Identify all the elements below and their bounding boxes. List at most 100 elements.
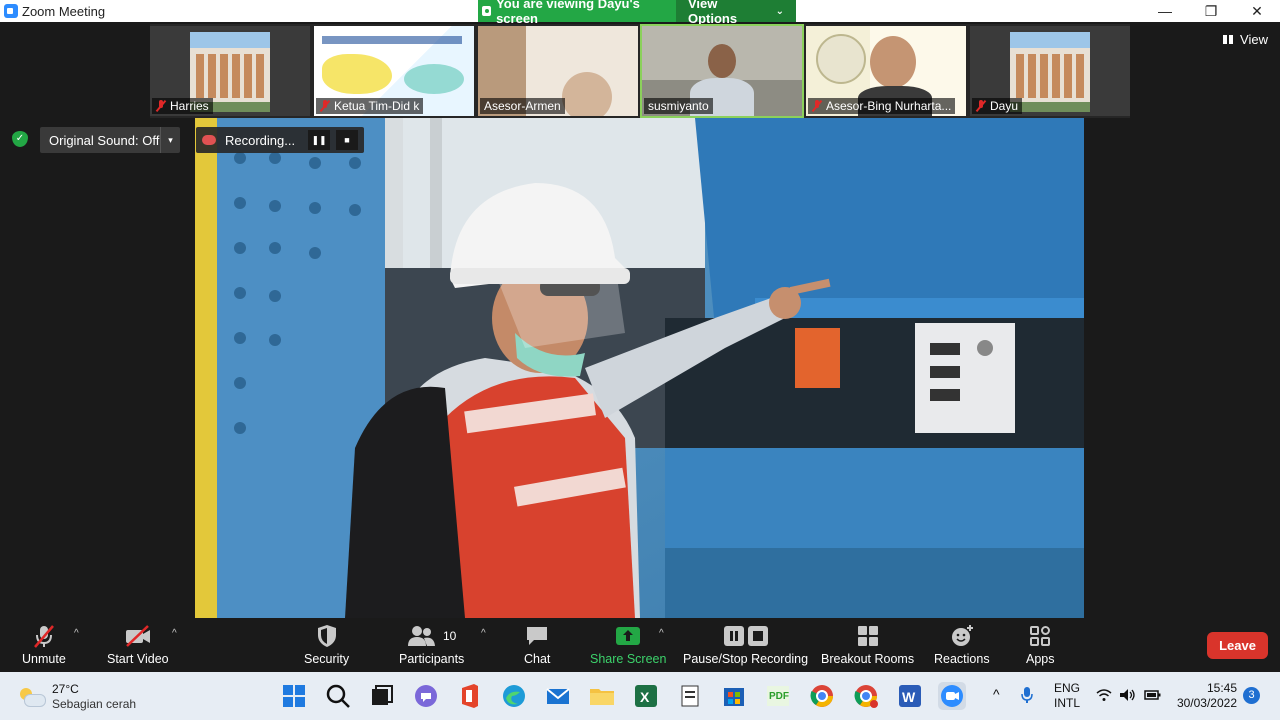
participants-icon: 10 [407, 622, 456, 650]
participant-name: susmiyanto [648, 99, 709, 113]
chevron-down-icon[interactable]: ▾ [160, 127, 180, 153]
zoom-app-icon [4, 4, 18, 18]
start-video-button[interactable]: Start Video [107, 622, 169, 666]
chevron-down-icon: ⌄ [775, 5, 784, 17]
pause-stop-icon [723, 622, 769, 650]
participant-tile-active-speaker[interactable]: susmiyanto [640, 24, 804, 118]
security-button[interactable]: Security [304, 622, 349, 666]
close-button[interactable]: ✕ [1234, 0, 1280, 22]
view-options-label: View Options [688, 0, 738, 26]
security-label: Security [304, 652, 350, 666]
reactions-button[interactable]: Reactions [934, 622, 990, 666]
svg-text:X: X [640, 689, 650, 705]
excel-icon[interactable]: X [632, 682, 660, 710]
window-title: Zoom Meeting [22, 3, 106, 19]
microsoft-store-icon[interactable] [720, 682, 748, 710]
teams-chat-icon[interactable] [412, 682, 440, 710]
windows-start-icon[interactable] [280, 682, 308, 710]
share-screen-icon [615, 622, 641, 650]
audio-options-caret[interactable]: ^ [74, 628, 79, 639]
pdf-tool-icon[interactable]: PDF [764, 682, 792, 710]
svg-text:PDF: PDF [769, 691, 789, 702]
view-layout-button[interactable]: View [1223, 32, 1268, 47]
system-clock[interactable]: 15:45 30/03/2022 [1177, 681, 1237, 711]
shared-screen-view [195, 118, 1084, 618]
chat-label: Chat [524, 652, 551, 666]
breakout-rooms-label: Breakout Rooms [821, 652, 915, 666]
pause-recording-button[interactable]: ❚❚ [308, 130, 330, 150]
pause-stop-recording-label: Pause/Stop Recording [683, 652, 809, 666]
video-options-caret[interactable]: ^ [172, 628, 177, 639]
viewing-screen-indicator: You are viewing Dayu's screen [478, 0, 676, 26]
participant-name-tag: Ketua Tim-Did k [316, 98, 424, 114]
recording-status-label: Recording... [225, 132, 296, 148]
chat-button[interactable]: Chat [524, 622, 550, 666]
meeting-toolbar: Unmute ^ Start Video ^ Security 10 Parti… [0, 618, 1280, 672]
mic-muted-icon [812, 100, 822, 112]
microphone-muted-icon [31, 622, 57, 650]
apps-button[interactable]: Apps [1026, 622, 1055, 666]
unmute-button[interactable]: Unmute [22, 622, 66, 666]
mic-muted-icon [320, 100, 330, 112]
encryption-shield-icon[interactable]: ✓ [12, 131, 28, 147]
original-sound-label: Original Sound: Off [49, 132, 160, 148]
screen-share-icon [482, 6, 492, 16]
input-language-indicator[interactable]: ENG INTL [1054, 681, 1080, 711]
participant-name-tag: Asesor-Armen [480, 98, 565, 114]
participant-name-tag: Harries [152, 98, 213, 114]
participant-name: Asesor-Armen [484, 99, 561, 113]
clock-time: 15:45 [1206, 681, 1237, 695]
participants-button[interactable]: 10 Participants [399, 622, 464, 666]
share-screen-button[interactable]: Share Screen [590, 622, 666, 666]
participant-tile[interactable]: Ketua Tim-Did k [314, 26, 474, 116]
participant-tile[interactable]: Asesor-Armen [478, 26, 638, 116]
maximize-button[interactable]: ❐ [1188, 0, 1234, 22]
start-video-label: Start Video [107, 652, 169, 666]
breakout-rooms-button[interactable]: Breakout Rooms [821, 622, 914, 666]
language-code: ENG [1054, 681, 1081, 695]
original-sound-button[interactable]: Original Sound: Off ▾ [40, 127, 180, 153]
mic-muted-icon [976, 100, 986, 112]
leave-meeting-button[interactable]: Leave [1207, 632, 1268, 659]
minimize-button[interactable]: — [1142, 0, 1188, 22]
weather-description: Sebagian cerah [52, 697, 137, 711]
participant-tile[interactable]: Harries [150, 26, 310, 116]
search-icon[interactable] [324, 682, 352, 710]
share-screen-label: Share Screen [590, 652, 667, 666]
svg-text:W: W [902, 689, 916, 705]
viewing-screen-text: You are viewing Dayu's screen [496, 0, 640, 26]
chrome-profile-icon[interactable] [852, 682, 880, 710]
edge-browser-icon[interactable] [500, 682, 528, 710]
office-icon[interactable] [456, 682, 484, 710]
participants-label: Participants [399, 652, 465, 666]
participants-options-caret[interactable]: ^ [481, 628, 486, 639]
speaker-icon[interactable] [1119, 688, 1137, 705]
smiley-plus-icon [950, 622, 974, 650]
weather-widget[interactable]: 27°C Sebagian cerah [20, 682, 136, 712]
shield-icon [316, 622, 338, 650]
tray-overflow-chevron[interactable]: ^ [993, 686, 1000, 702]
participant-tile[interactable]: Dayu [970, 26, 1130, 116]
participant-name-tag: susmiyanto [644, 98, 713, 114]
notepad-icon[interactable] [676, 682, 704, 710]
participant-tile[interactable]: Asesor-Bing Nurharta... [806, 26, 966, 116]
file-explorer-icon[interactable] [588, 682, 616, 710]
pause-stop-recording-button[interactable]: Pause/Stop Recording [683, 622, 808, 666]
share-options-caret[interactable]: ^ [659, 628, 664, 639]
battery-charging-icon[interactable] [1144, 688, 1162, 705]
clock-date: 30/03/2022 [1176, 696, 1237, 710]
participants-count-badge: 10 [442, 629, 457, 643]
word-icon[interactable]: W [896, 682, 924, 710]
task-view-icon[interactable] [368, 682, 396, 710]
mail-icon[interactable] [544, 682, 572, 710]
notification-count-badge[interactable]: 3 [1243, 687, 1260, 704]
view-layout-label: View [1240, 32, 1268, 47]
participant-name-tag: Asesor-Bing Nurharta... [808, 98, 956, 114]
view-options-button[interactable]: View Options ⌄ [676, 0, 796, 26]
zoom-taskbar-icon[interactable] [938, 682, 966, 710]
chrome-icon[interactable] [808, 682, 836, 710]
wifi-icon[interactable] [1096, 688, 1112, 705]
stop-recording-button[interactable]: ■ [336, 130, 358, 150]
microphone-icon[interactable] [1020, 686, 1034, 707]
window-controls: — ❐ ✕ [1142, 0, 1280, 22]
